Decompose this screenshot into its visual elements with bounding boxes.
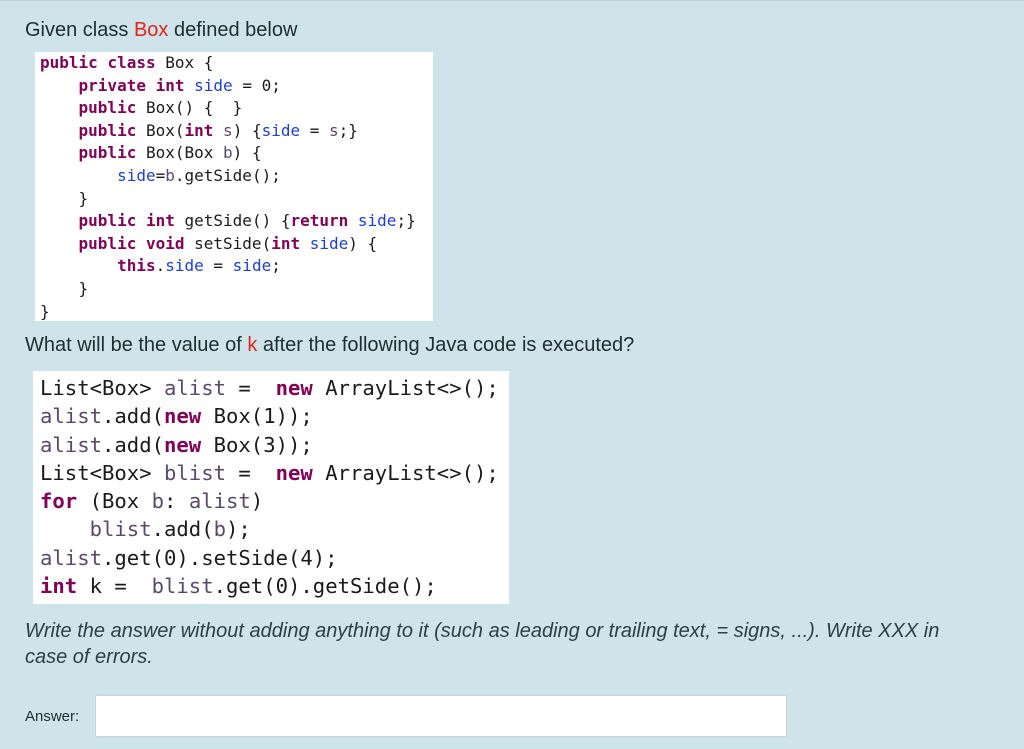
question-variable: k <box>247 334 258 356</box>
intro-class-name: Box <box>133 19 169 41</box>
main-code: List<Box> alist = new ArrayList<>(); ali… <box>40 376 499 599</box>
intro-suffix: defined below <box>168 19 298 41</box>
answer-input[interactable] <box>95 695 787 737</box>
intro-prefix: Given class <box>25 19 134 41</box>
question-panel: Given class Box defined below public cla… <box>0 0 1024 749</box>
question-suffix: after the following Java code is execute… <box>257 334 635 356</box>
question-intro: Given class Box defined below <box>25 18 297 42</box>
question-text: What will be the value of k after the fo… <box>25 333 634 357</box>
answer-instructions: Write the answer without adding anything… <box>25 620 940 668</box>
class-code-block: public class Box { private int side = 0;… <box>35 52 433 321</box>
main-code-block: List<Box> alist = new ArrayList<>(); ali… <box>33 371 509 604</box>
question-prefix: What will be the value of <box>25 334 248 356</box>
class-code: public class Box { private int side = 0;… <box>40 53 416 321</box>
answer-label: Answer: <box>25 708 80 725</box>
